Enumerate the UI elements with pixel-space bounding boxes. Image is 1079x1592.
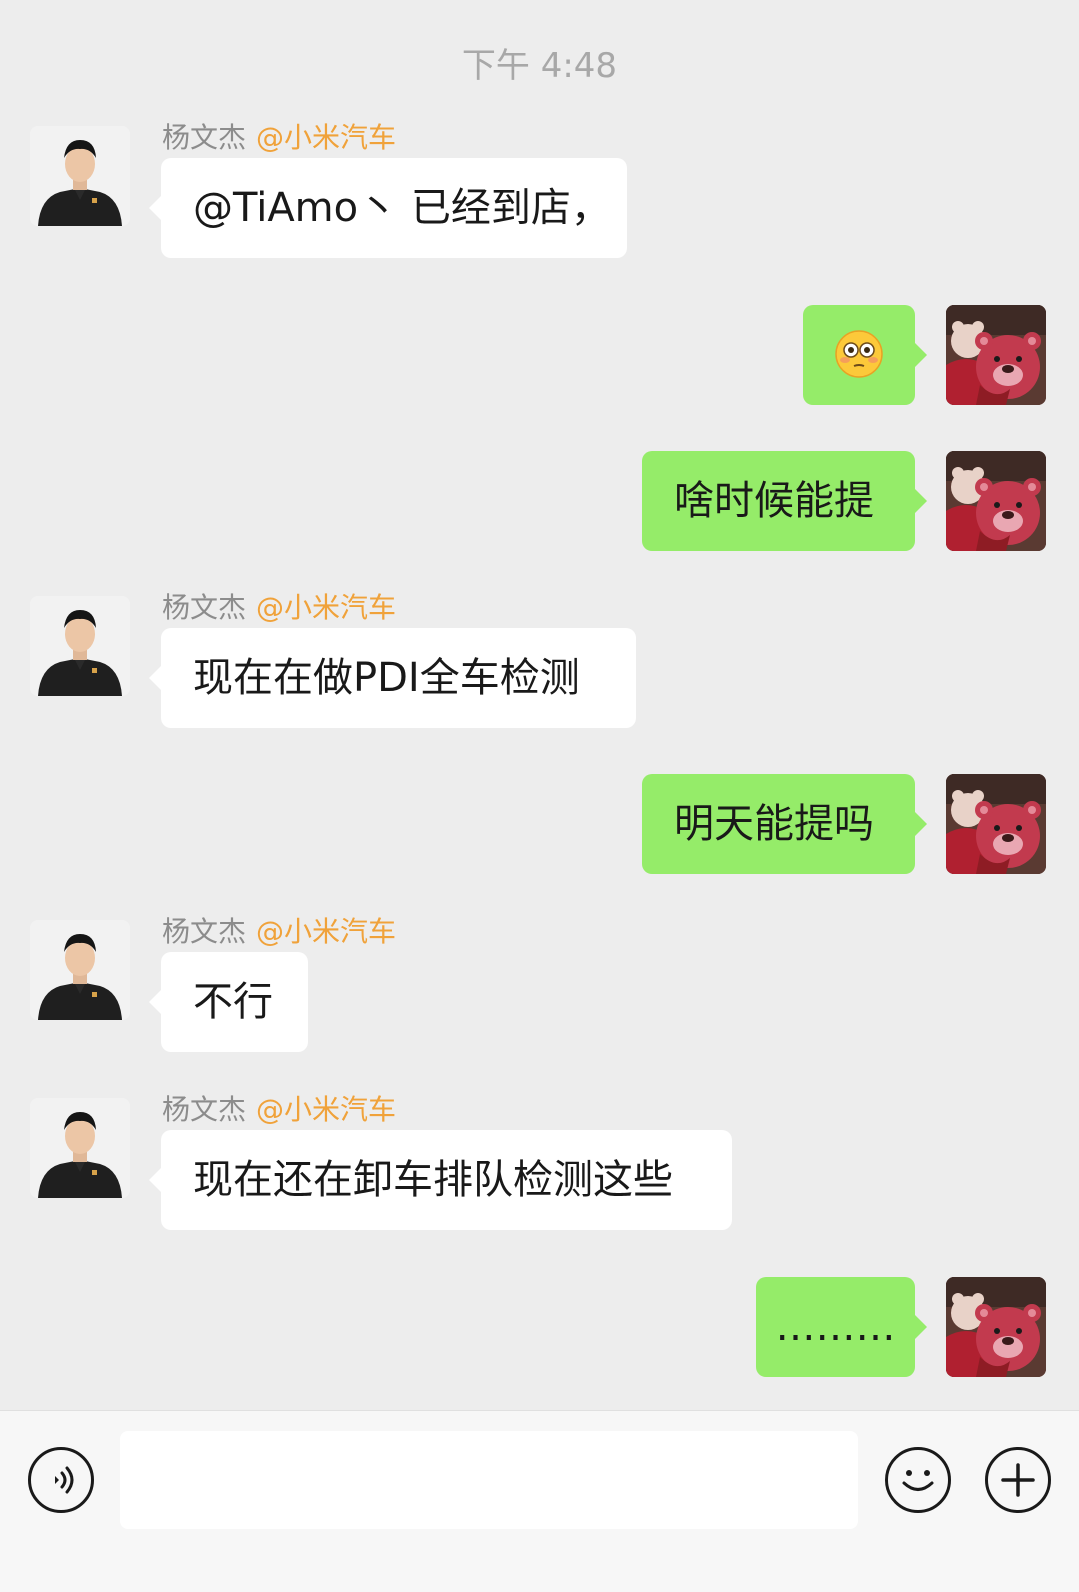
sender-name-row: 杨文杰 @小米汽车 (162, 586, 396, 626)
message-bubble-outgoing[interactable]: ……… (756, 1277, 927, 1377)
message-bubble-incoming[interactable]: 不行 (149, 952, 308, 1052)
sender-avatar[interactable] (30, 1098, 130, 1198)
sender-name: 杨文杰 (162, 121, 247, 154)
message-bubble-incoming[interactable]: @TiAmo丶 已经到店， (149, 158, 627, 258)
sender-name-row: 杨文杰 @小米汽车 (162, 116, 396, 156)
sender-name: 杨文杰 (162, 915, 247, 948)
emoji-smile-icon (902, 1470, 934, 1491)
message-bubble-outgoing[interactable]: 啥时候能提 (642, 451, 927, 551)
avatar-image (946, 305, 1046, 405)
chat-timestamp: 下午 4:48 (461, 46, 618, 86)
voice-button[interactable] (28, 1447, 94, 1513)
message-bubble-outgoing[interactable]: 明天能提吗 (642, 774, 927, 874)
avatar-image (30, 596, 130, 696)
sender-tag: @小米汽车 (256, 591, 397, 624)
avatar-image (30, 920, 130, 1020)
my-avatar[interactable] (946, 774, 1046, 874)
sender-avatar[interactable] (30, 596, 130, 696)
sender-avatar[interactable] (30, 920, 130, 1020)
chat-input-bar (0, 1410, 1079, 1592)
message-input[interactable] (120, 1431, 858, 1529)
avatar-image (946, 451, 1046, 551)
more-button[interactable] (985, 1447, 1051, 1513)
my-avatar[interactable] (946, 305, 1046, 405)
avatar-image (30, 126, 130, 226)
sender-name-row: 杨文杰 @小米汽车 (162, 910, 396, 950)
avatar-image (30, 1098, 130, 1198)
sender-name-row: 杨文杰 @小米汽车 (162, 1088, 396, 1128)
sender-avatar[interactable] (30, 126, 130, 226)
avatar-image (946, 774, 1046, 874)
emoji-button[interactable] (885, 1447, 951, 1513)
sender-name: 杨文杰 (162, 591, 247, 624)
plus-icon (1001, 1463, 1035, 1497)
avatar-image (946, 1277, 1046, 1377)
message-bubble-incoming[interactable]: 现在在做PDI全车检测 (149, 628, 636, 728)
sender-tag: @小米汽车 (256, 1093, 397, 1126)
message-bubble-outgoing[interactable] (803, 305, 927, 405)
sender-name: 杨文杰 (162, 1093, 247, 1126)
voice-icon (55, 1466, 74, 1494)
my-avatar[interactable] (946, 451, 1046, 551)
message-bubble-incoming[interactable]: 现在还在卸车排队检测这些 (149, 1130, 732, 1230)
sender-tag: @小米汽车 (256, 121, 397, 154)
flushed-face-emoji-icon (835, 330, 883, 378)
my-avatar[interactable] (946, 1277, 1046, 1377)
sender-tag: @小米汽车 (256, 915, 397, 948)
